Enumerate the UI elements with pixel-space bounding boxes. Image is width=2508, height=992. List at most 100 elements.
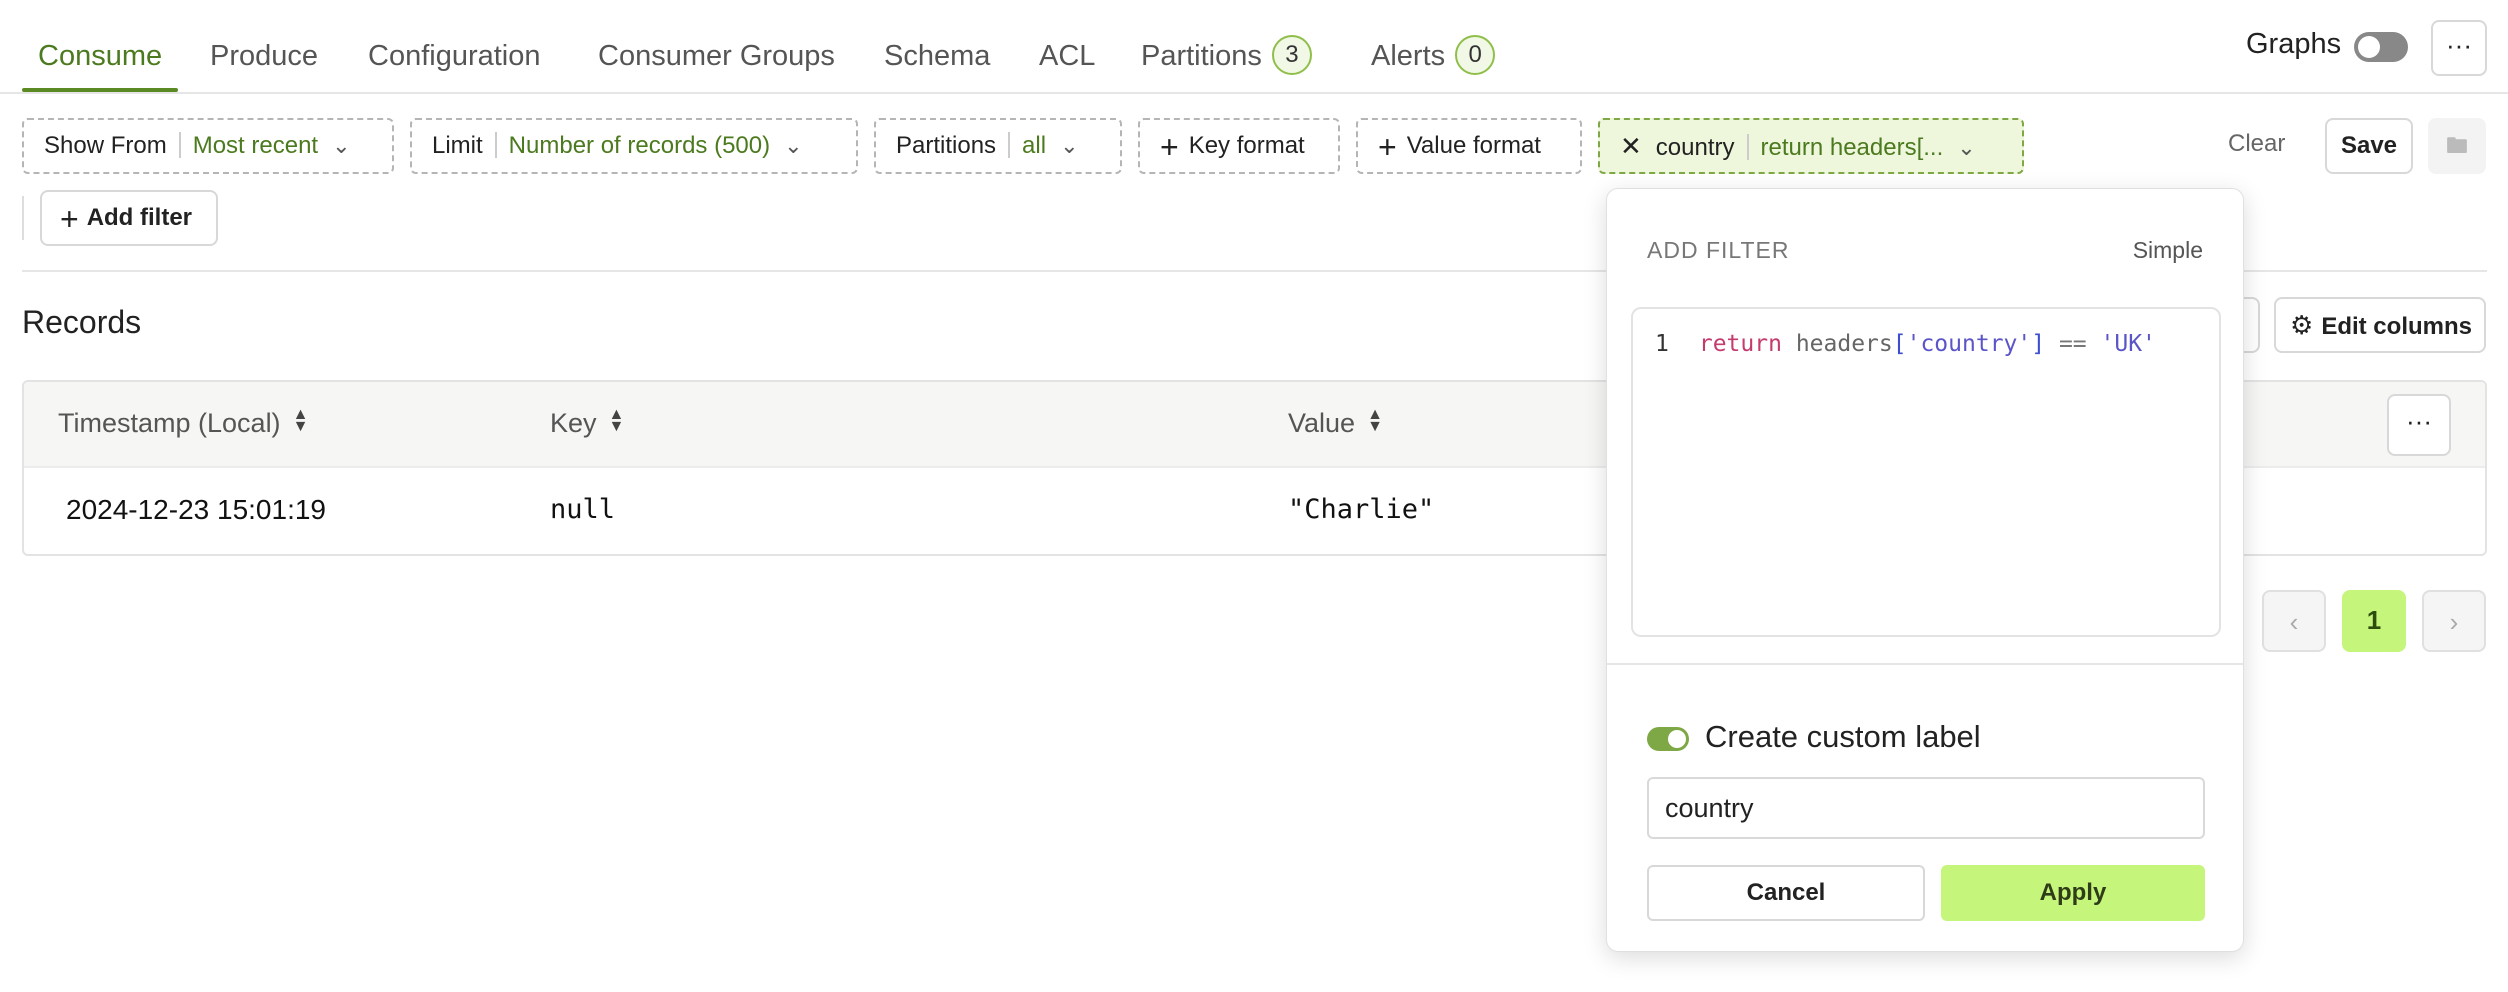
- popover-title: ADD FILTER: [1647, 237, 1790, 263]
- next-page-button[interactable]: ›: [2422, 590, 2486, 652]
- column-header-label: Key: [550, 408, 597, 438]
- save-filters-button[interactable]: Save: [2325, 118, 2413, 174]
- active-tab-indicator: [22, 88, 178, 92]
- alerts-count-badge: 0: [1455, 35, 1496, 76]
- sort-icon: ▲ ▼: [1367, 405, 1383, 435]
- chevron-down-icon: ⌄: [1060, 133, 1079, 158]
- previous-page-button[interactable]: ‹: [2262, 590, 2326, 652]
- limit-label: Limit: [432, 132, 483, 159]
- cell-key: null: [550, 494, 616, 525]
- code-string: 'country': [1906, 331, 2032, 357]
- limit-filter[interactable]: Limit Number of records (500) ⌄: [410, 118, 858, 174]
- column-header-timestamp[interactable]: Timestamp (Local) ▲ ▼: [58, 405, 309, 439]
- tab-label: ACL: [1039, 40, 1096, 72]
- add-filter-button[interactable]: + Add filter: [40, 190, 218, 246]
- sort-icon: ▲ ▼: [608, 405, 625, 435]
- tab-label: Alerts: [1371, 40, 1446, 72]
- folder-icon: 🖿: [2445, 133, 2468, 158]
- show-from-value: Most recent: [192, 132, 319, 159]
- chevron-down-icon: ⌄: [1957, 135, 1976, 160]
- chip-divider: [1746, 133, 1749, 160]
- column-header-label: Timestamp (Local): [58, 408, 281, 438]
- partitions-label: Partitions: [896, 132, 997, 159]
- records-title: Records: [22, 304, 142, 340]
- cancel-button[interactable]: Cancel: [1647, 865, 1925, 921]
- chip-divider: [1008, 131, 1011, 158]
- custom-label-toggle[interactable]: [1647, 727, 1689, 751]
- tab-schema[interactable]: Schema: [884, 34, 990, 78]
- tab-produce[interactable]: Produce: [210, 34, 318, 78]
- filter-name: country: [1655, 134, 1735, 161]
- custom-label-text: Create custom label: [1705, 719, 1981, 754]
- tab-acl[interactable]: ACL: [1039, 34, 1095, 78]
- key-format-label: Key format: [1188, 132, 1305, 159]
- plus-icon: +: [1378, 128, 1397, 165]
- line-number: 1: [1655, 331, 1669, 357]
- tab-label: Produce: [210, 40, 319, 72]
- clear-filters-button[interactable]: Clear: [2228, 130, 2285, 158]
- tab-label: Configuration: [368, 40, 541, 72]
- show-from-label: Show From: [44, 132, 167, 159]
- gear-icon: ⚙: [2290, 310, 2314, 340]
- cell-timestamp: 2024-12-23 15:01:19: [66, 494, 326, 525]
- code-keyword: return: [1698, 331, 1782, 357]
- graphs-toggle[interactable]: [2354, 32, 2408, 62]
- value-format-label: Value format: [1406, 132, 1541, 159]
- edit-columns-button[interactable]: ⚙ Edit columns: [2274, 297, 2486, 353]
- tab-alerts[interactable]: Alerts 0: [1371, 34, 1496, 78]
- cell-value: "Charlie": [1288, 494, 1435, 525]
- saved-filters-folder-button[interactable]: 🖿: [2428, 118, 2486, 174]
- code-line: 1 return headers['country'] == 'UK': [1655, 331, 2156, 357]
- partitions-filter[interactable]: Partitions all ⌄: [874, 118, 1122, 174]
- code-operator: ==: [2058, 331, 2087, 357]
- edit-columns-label: Edit columns: [2321, 313, 2472, 340]
- partitions-value: all: [1022, 132, 1047, 159]
- value-format-button[interactable]: + Value format: [1356, 118, 1582, 174]
- active-custom-filter[interactable]: ✕ country return headers[... ⌄: [1598, 118, 2024, 174]
- page-button-current[interactable]: 1: [2342, 590, 2406, 652]
- code-string: 'UK': [2100, 331, 2156, 357]
- column-header-key[interactable]: Key ▲ ▼: [550, 405, 625, 439]
- tab-partitions[interactable]: Partitions 3: [1141, 34, 1312, 78]
- tab-label: Partitions: [1141, 40, 1262, 72]
- graphs-label: Graphs: [2246, 28, 2342, 60]
- tab-consume[interactable]: Consume: [38, 34, 162, 78]
- code-bracket: [: [1892, 331, 1907, 357]
- custom-label-input[interactable]: [1647, 777, 2205, 839]
- tab-label: Consumer Groups: [598, 40, 835, 72]
- tab-label: Consume: [38, 40, 163, 72]
- apply-button[interactable]: Apply: [1941, 865, 2205, 921]
- tab-configuration[interactable]: Configuration: [368, 34, 541, 78]
- chip-divider: [178, 131, 181, 158]
- plus-icon: +: [60, 200, 79, 237]
- chevron-down-icon: ⌄: [332, 133, 351, 158]
- chip-divider: [494, 131, 497, 158]
- key-format-button[interactable]: + Key format: [1138, 118, 1340, 174]
- plus-icon: +: [1160, 128, 1179, 165]
- add-filter-label: Add filter: [86, 204, 193, 231]
- filter-expression: return headers[...: [1760, 134, 1944, 161]
- tab-consumer-groups[interactable]: Consumer Groups: [598, 34, 835, 78]
- limit-value: Number of records (500): [508, 132, 771, 159]
- filter-row-divider: [22, 196, 24, 240]
- table-more-button[interactable]: ···: [2387, 394, 2451, 456]
- close-icon[interactable]: ✕: [1620, 131, 1642, 161]
- simple-mode-link[interactable]: Simple: [2133, 237, 2203, 264]
- chevron-left-icon: ‹: [2289, 607, 2299, 637]
- more-icon: ···: [2446, 30, 2472, 60]
- more-options-button[interactable]: ···: [2431, 20, 2487, 76]
- show-from-filter[interactable]: Show From Most recent ⌄: [22, 118, 394, 174]
- code-bracket: ]: [2031, 331, 2046, 357]
- filter-code-editor[interactable]: 1 return headers['country'] == 'UK': [1631, 307, 2221, 637]
- code-identifier: headers: [1795, 331, 1893, 357]
- sort-icon: ▲ ▼: [292, 405, 309, 435]
- partitions-count-badge: 3: [1271, 35, 1312, 76]
- chevron-down-icon: ⌄: [784, 133, 803, 158]
- column-header-value[interactable]: Value ▲ ▼: [1288, 405, 1383, 439]
- add-filter-popover: ADD FILTER Simple 1 return headers['count…: [1606, 188, 2244, 952]
- chevron-right-icon: ›: [2449, 607, 2459, 637]
- column-header-label: Value: [1288, 408, 1356, 438]
- popover-divider: [1607, 663, 2243, 665]
- more-icon: ···: [2406, 406, 2432, 436]
- topic-tabs: Consume Produce Configuration Consumer G…: [0, 0, 2508, 94]
